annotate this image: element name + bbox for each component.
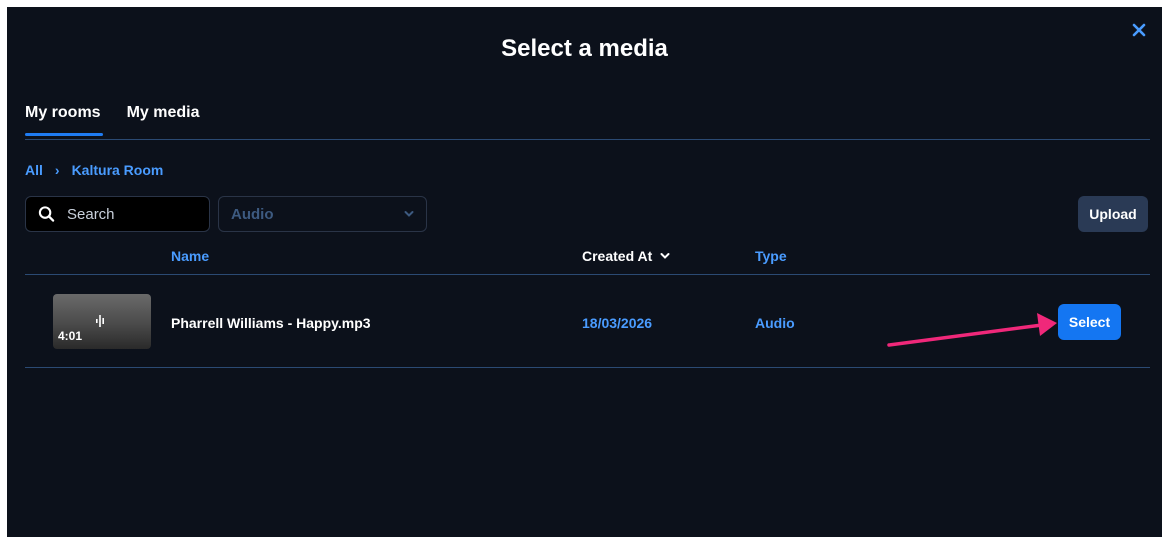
breadcrumb-current[interactable]: Kaltura Room <box>72 162 164 178</box>
column-header-name: Name <box>171 248 210 264</box>
select-button[interactable]: Select <box>1058 304 1121 340</box>
row-divider <box>25 367 1150 368</box>
search-box[interactable] <box>25 196 210 232</box>
annotation-arrow-icon <box>887 313 1057 347</box>
breadcrumb-all-link[interactable]: All <box>25 162 43 178</box>
tabs-divider <box>25 139 1150 140</box>
media-type-value: Audio <box>231 205 274 223</box>
media-type: Audio <box>755 315 795 331</box>
column-header-created-at[interactable]: Created At <box>582 248 670 264</box>
header-divider <box>25 274 1150 275</box>
tab-bar: My rooms My media <box>25 104 200 136</box>
chevron-down-icon <box>404 211 414 217</box>
media-created-at: 18/03/2026 <box>582 315 653 331</box>
select-media-dialog: Select a media My rooms My media All › K… <box>7 7 1162 537</box>
breadcrumb-separator: › <box>54 162 60 178</box>
sort-chevron-down-icon <box>660 253 670 259</box>
media-thumbnail[interactable]: 4:01 <box>53 294 151 349</box>
tab-my-media[interactable]: My media <box>127 104 200 136</box>
media-name[interactable]: Pharrell Williams - Happy.mp3 <box>171 315 371 331</box>
column-header-type: Type <box>755 248 787 264</box>
media-duration: 4:01 <box>58 329 83 343</box>
audio-wave-icon <box>96 315 104 327</box>
dialog-title: Select a media <box>501 35 668 62</box>
breadcrumb: All › Kaltura Room <box>25 162 163 178</box>
upload-button[interactable]: Upload <box>1078 196 1148 232</box>
created-at-label: Created At <box>582 248 653 264</box>
search-icon <box>38 206 55 222</box>
search-input[interactable] <box>65 204 209 224</box>
tab-my-rooms[interactable]: My rooms <box>25 104 103 136</box>
media-type-select[interactable]: Audio <box>218 196 427 232</box>
